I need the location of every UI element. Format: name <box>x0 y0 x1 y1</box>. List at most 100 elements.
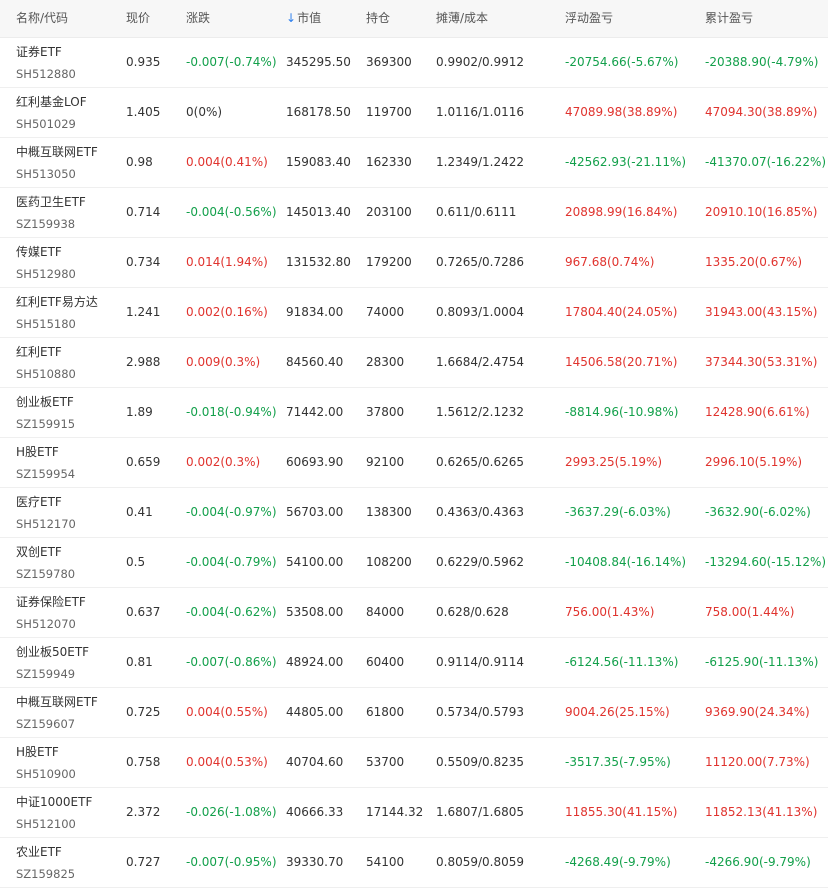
total-pl-cell: -41370.07(-16.22%) <box>705 155 827 169</box>
market-value-cell: 159083.40 <box>286 155 351 169</box>
table-row[interactable]: 证券ETF SH512880 0.935 -0.007(-0.74%) 345295.5… <box>0 38 828 88</box>
change-cell: -0.007(-0.95%) <box>186 855 277 869</box>
price-cell: 0.935 <box>126 55 161 69</box>
header-total-pl[interactable]: 累计盈亏 <box>705 10 753 26</box>
price-cell: 1.405 <box>126 105 161 119</box>
change-cell: 0.004(0.55%) <box>186 705 268 719</box>
price-cell: 0.725 <box>126 705 161 719</box>
header-name-code[interactable]: 名称/代码 <box>16 10 68 26</box>
cost-cell: 1.0116/1.0116 <box>436 105 525 119</box>
price-cell: 0.637 <box>126 605 161 619</box>
position-cell: 53700 <box>366 755 405 769</box>
market-value-cell: 345295.50 <box>286 55 351 69</box>
position-cell: 108200 <box>366 555 412 569</box>
change-cell: -0.004(-0.56%) <box>186 205 277 219</box>
cost-cell: 0.8093/1.0004 <box>436 305 525 319</box>
price-cell: 1.89 <box>126 405 153 419</box>
fund-name: 创业板50ETF <box>16 645 90 659</box>
change-cell: -0.018(-0.94%) <box>186 405 277 419</box>
price-cell: 2.372 <box>126 805 161 819</box>
sort-down-icon: ↓ <box>286 11 297 25</box>
table-header: 名称/代码 现价 涨跌 ↓市值 持仓 摊薄/成本 浮动盈亏 累计盈亏 <box>0 0 828 38</box>
float-pl-cell: -20754.66(-5.67%) <box>565 55 679 69</box>
price-cell: 0.727 <box>126 855 161 869</box>
position-cell: 74000 <box>366 305 405 319</box>
header-cost[interactable]: 摊薄/成本 <box>436 10 488 26</box>
float-pl-cell: -3637.29(-6.03%) <box>565 505 671 519</box>
fund-name: 中概互联网ETF <box>16 145 98 159</box>
header-price[interactable]: 现价 <box>126 10 150 26</box>
table-row[interactable]: 红利ETF SH510880 2.988 0.009(0.3%) 84560.40 283… <box>0 338 828 388</box>
fund-name: 双创ETF <box>16 545 62 559</box>
cost-cell: 0.611/0.6111 <box>436 205 517 219</box>
fund-code: SH515180 <box>16 317 76 331</box>
position-cell: 54100 <box>366 855 405 869</box>
table-row[interactable]: 创业板50ETF SZ159949 0.81 -0.007(-0.86%) 48924.… <box>0 638 828 688</box>
total-pl-cell: 37344.30(53.31%) <box>705 355 818 369</box>
table-row[interactable]: 双创ETF SZ159780 0.5 -0.004(-0.79%) 54100.00 10… <box>0 538 828 588</box>
table-row[interactable]: 传媒ETF SH512980 0.734 0.014(1.94%) 131532.80 1… <box>0 238 828 288</box>
table-row[interactable]: 中概互联网ETF SH513050 0.98 0.004(0.41%) 159083.4… <box>0 138 828 188</box>
total-pl-cell: 47094.30(38.89%) <box>705 105 818 119</box>
market-value-cell: 54100.00 <box>286 555 344 569</box>
float-pl-cell: 47089.98(38.89%) <box>565 105 678 119</box>
market-value-cell: 145013.40 <box>286 205 351 219</box>
float-pl-cell: 9004.26(25.15%) <box>565 705 670 719</box>
holdings-table: 名称/代码 现价 涨跌 ↓市值 持仓 摊薄/成本 浮动盈亏 累计盈亏 证券ETF… <box>0 0 828 888</box>
table-row[interactable]: 证券保险ETF SH512070 0.637 -0.004(-0.62%) 53508.… <box>0 588 828 638</box>
cost-cell: 0.5509/0.8235 <box>436 755 525 769</box>
market-value-cell: 40704.60 <box>286 755 344 769</box>
table-row[interactable]: 医药卫生ETF SZ159938 0.714 -0.004(-0.56%) 145013… <box>0 188 828 238</box>
total-pl-cell: -20388.90(-4.79%) <box>705 55 819 69</box>
total-pl-cell: 1335.20(0.67%) <box>705 255 803 269</box>
cost-cell: 0.7265/0.7286 <box>436 255 525 269</box>
float-pl-cell: 11855.30(41.15%) <box>565 805 678 819</box>
total-pl-cell: 9369.90(24.34%) <box>705 705 810 719</box>
fund-code: SH512070 <box>16 617 76 631</box>
table-row[interactable]: 中概互联网ETF SZ159607 0.725 0.004(0.55%) 44805.0… <box>0 688 828 738</box>
header-float-pl[interactable]: 浮动盈亏 <box>565 10 613 26</box>
table-row[interactable]: 创业板ETF SZ159915 1.89 -0.018(-0.94%) 71442.00… <box>0 388 828 438</box>
fund-name: 医药卫生ETF <box>16 195 86 209</box>
float-pl-cell: 17804.40(24.05%) <box>565 305 678 319</box>
fund-code: SH512980 <box>16 267 76 281</box>
market-value-cell: 131532.80 <box>286 255 351 269</box>
table-row[interactable]: 农业ETF SZ159825 0.727 -0.007(-0.95%) 39330.70… <box>0 838 828 888</box>
table-row[interactable]: H股ETF SH510900 0.758 0.004(0.53%) 40704.60 53… <box>0 738 828 788</box>
fund-code: SH512880 <box>16 67 76 81</box>
total-pl-cell: 11852.13(41.13%) <box>705 805 818 819</box>
total-pl-cell: -4266.90(-9.79%) <box>705 855 811 869</box>
fund-name: 创业板ETF <box>16 395 74 409</box>
change-cell: -0.026(-1.08%) <box>186 805 277 819</box>
fund-code: SZ159954 <box>16 467 76 481</box>
header-change[interactable]: 涨跌 <box>186 10 210 26</box>
change-cell: -0.004(-0.62%) <box>186 605 277 619</box>
change-cell: -0.007(-0.74%) <box>186 55 277 69</box>
fund-name: 红利ETF <box>16 345 62 359</box>
table-row[interactable]: 红利ETF易方达 SH515180 1.241 0.002(0.16%) 91834.0… <box>0 288 828 338</box>
market-value-cell: 168178.50 <box>286 105 351 119</box>
table-row[interactable]: 中证1000ETF SH512100 2.372 -0.026(-1.08%) 4066… <box>0 788 828 838</box>
table-row[interactable]: H股ETF SZ159954 0.659 0.002(0.3%) 60693.90 921… <box>0 438 828 488</box>
cost-cell: 0.4363/0.4363 <box>436 505 525 519</box>
cost-cell: 0.6229/0.5962 <box>436 555 525 569</box>
total-pl-cell: -13294.60(-15.12%) <box>705 555 827 569</box>
position-cell: 162330 <box>366 155 412 169</box>
table-row[interactable]: 医疗ETF SH512170 0.41 -0.004(-0.97%) 56703.00 1… <box>0 488 828 538</box>
position-cell: 37800 <box>366 405 405 419</box>
market-value-cell: 40666.33 <box>286 805 344 819</box>
fund-code: SH512100 <box>16 817 76 831</box>
header-position[interactable]: 持仓 <box>366 10 390 26</box>
position-cell: 138300 <box>366 505 412 519</box>
float-pl-cell: -6124.56(-11.13%) <box>565 655 679 669</box>
price-cell: 0.734 <box>126 255 161 269</box>
header-market-value[interactable]: ↓市值 <box>286 10 321 26</box>
position-cell: 60400 <box>366 655 405 669</box>
market-value-cell: 60693.90 <box>286 455 344 469</box>
price-cell: 0.98 <box>126 155 153 169</box>
total-pl-cell: -6125.90(-11.13%) <box>705 655 819 669</box>
table-row[interactable]: 红利基金LOF SH501029 1.405 0(0%) 168178.50 119700… <box>0 88 828 138</box>
price-cell: 0.659 <box>126 455 161 469</box>
change-cell: -0.004(-0.79%) <box>186 555 277 569</box>
position-cell: 179200 <box>366 255 412 269</box>
